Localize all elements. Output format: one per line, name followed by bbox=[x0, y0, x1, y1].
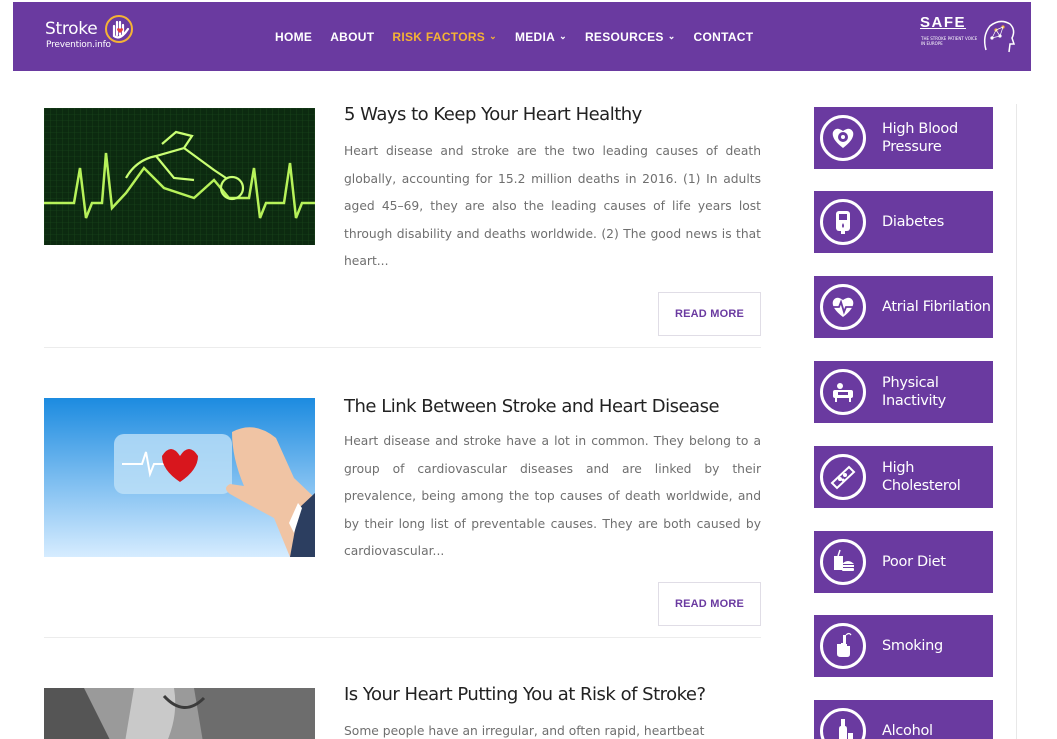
heart-rhythm-icon bbox=[820, 284, 866, 330]
nav-home[interactable]: HOME bbox=[275, 30, 312, 44]
risk-factor-label: High Cholesterol bbox=[882, 460, 961, 494]
glucose-meter-icon bbox=[820, 199, 866, 245]
risk-factor-label: Diabetes bbox=[882, 214, 944, 230]
post-title[interactable]: The Link Between Stroke and Heart Diseas… bbox=[344, 396, 720, 417]
post-image-person-chest[interactable] bbox=[44, 688, 315, 739]
risk-factor-label: High Blood Pressure bbox=[882, 121, 958, 155]
safe-title: SAFE bbox=[920, 14, 967, 31]
safe-subtitle: THE STROKE PATIENT VOICE IN EUROPE bbox=[921, 36, 978, 46]
cigarette-icon bbox=[820, 623, 866, 669]
post-card: The Link Between Stroke and Heart Diseas… bbox=[44, 394, 761, 638]
risk-factor-physical-inactivity[interactable]: Physical Inactivity bbox=[814, 361, 993, 423]
post-image-hand-heart[interactable] bbox=[44, 398, 315, 557]
chevron-down-icon: ⌄ bbox=[489, 31, 497, 41]
post-divider bbox=[44, 347, 761, 348]
hand-holding-heart-card-image bbox=[44, 398, 315, 557]
risk-factor-label: Smoking bbox=[882, 638, 943, 654]
head-network-icon bbox=[983, 20, 1016, 53]
post-excerpt: Heart disease and stroke are the two lea… bbox=[344, 144, 761, 268]
bottle-icon bbox=[820, 708, 866, 739]
risk-factor-poor-diet[interactable]: Poor Diet bbox=[814, 531, 993, 593]
person-chest-image bbox=[44, 688, 315, 739]
site-header: Stroke Prevention.info HOME ABOUT RISK F… bbox=[13, 2, 1031, 71]
risk-factor-alcohol[interactable]: Alcohol bbox=[814, 700, 993, 739]
post-image-heartbeat-runner[interactable] bbox=[44, 108, 315, 245]
blood-pressure-icon bbox=[820, 115, 866, 161]
fast-food-icon bbox=[820, 539, 866, 585]
risk-factor-label: Alcohol bbox=[882, 723, 933, 739]
nav-media[interactable]: MEDIA ⌄ bbox=[515, 30, 567, 44]
risk-factor-label: Physical Inactivity bbox=[882, 375, 946, 409]
post-card: Is Your Heart Putting You at Risk of Str… bbox=[44, 684, 761, 739]
safe-logo[interactable]: SAFE THE STROKE PATIENT VOICE IN EUROPE bbox=[918, 12, 1018, 62]
post-title[interactable]: Is Your Heart Putting You at Risk of Str… bbox=[344, 684, 706, 705]
sidebar-divider bbox=[1016, 104, 1017, 739]
risk-factor-high-blood-pressure[interactable]: High Blood Pressure bbox=[814, 107, 993, 169]
risk-factor-smoking[interactable]: Smoking bbox=[814, 615, 993, 677]
nav-contact[interactable]: CONTACT bbox=[694, 30, 754, 44]
artery-icon bbox=[820, 454, 866, 500]
post-title[interactable]: 5 Ways to Keep Your Heart Healthy bbox=[344, 104, 642, 125]
risk-factor-label: Poor Diet bbox=[882, 554, 946, 570]
risk-factor-diabetes[interactable]: Diabetes bbox=[814, 191, 993, 253]
read-more-button[interactable]: READ MORE bbox=[658, 292, 761, 336]
logo-main-text: Stroke bbox=[45, 19, 98, 39]
post-excerpt: Heart disease and stroke have a lot in c… bbox=[344, 434, 761, 558]
stroke-prevention-logo[interactable]: Stroke Prevention.info bbox=[45, 10, 155, 62]
risk-factor-atrial-fibrilation[interactable]: Atrial Fibrilation bbox=[814, 276, 993, 338]
main-nav: HOME ABOUT RISK FACTORS ⌄ MEDIA ⌄ RESOURCE… bbox=[275, 2, 771, 71]
chevron-down-icon: ⌄ bbox=[667, 31, 676, 41]
post-excerpt: Some people have an irregular, and often… bbox=[344, 724, 705, 738]
nav-about[interactable]: ABOUT bbox=[330, 30, 374, 44]
couch-icon bbox=[820, 369, 866, 415]
post-divider bbox=[44, 637, 761, 638]
read-more-button[interactable]: READ MORE bbox=[658, 582, 761, 626]
chevron-down-icon: ⌄ bbox=[559, 31, 567, 41]
nav-risk-factors[interactable]: RISK FACTORS ⌄ bbox=[392, 30, 497, 44]
heartbeat-runner-image bbox=[44, 108, 315, 245]
nav-resources[interactable]: RESOURCES ⌄ bbox=[585, 30, 676, 44]
hand-heart-icon bbox=[105, 15, 133, 43]
risk-factor-label: Atrial Fibrilation bbox=[882, 299, 991, 315]
post-card: 5 Ways to Keep Your Heart Healthy Heart … bbox=[44, 104, 761, 348]
risk-factor-high-cholesterol[interactable]: High Cholesterol bbox=[814, 446, 993, 508]
